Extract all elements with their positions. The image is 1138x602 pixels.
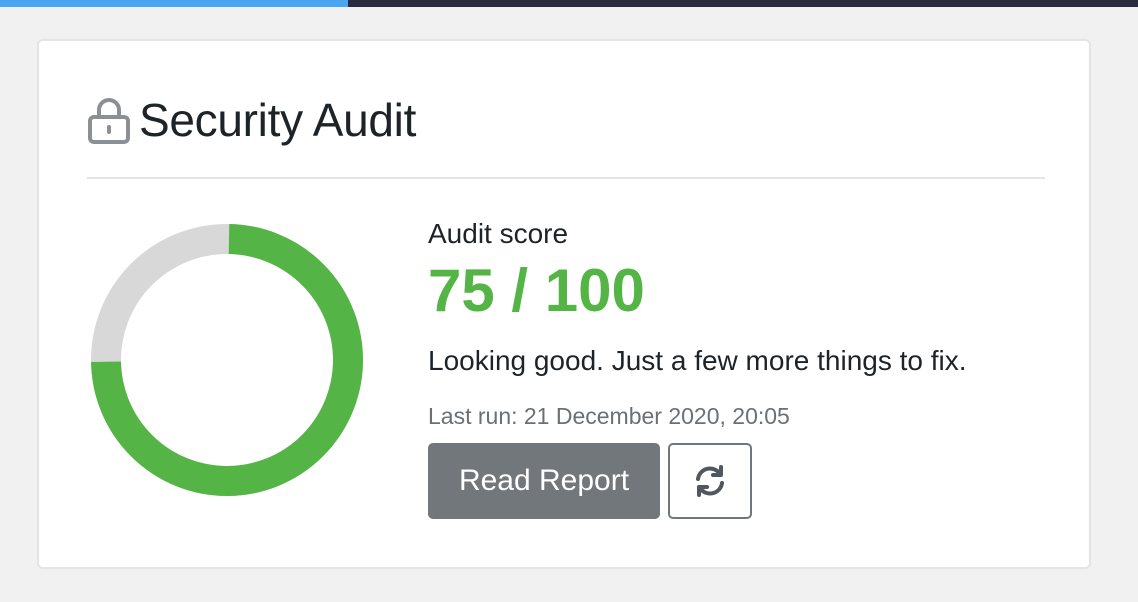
- card-header: Security Audit: [87, 93, 416, 147]
- card-title: Security Audit: [139, 94, 417, 146]
- refresh-button[interactable]: [668, 443, 752, 519]
- last-run-timestamp: Last run: 21 December 2020, 20:05: [428, 403, 790, 429]
- top-progress-fill: [0, 0, 349, 7]
- audit-message: Looking good. Just a few more things to …: [428, 345, 967, 376]
- audit-score-value: 75 / 100: [428, 257, 645, 324]
- security-audit-card: Security Audit Audit score 75 / 100 Look…: [37, 39, 1091, 569]
- lock-icon: [88, 98, 130, 144]
- refresh-icon: [696, 465, 724, 497]
- audit-actions: Read Report: [428, 443, 967, 519]
- top-progress-bar: [0, 0, 1138, 7]
- header-divider: [87, 177, 1045, 179]
- audit-score-donut: [91, 224, 363, 496]
- audit-score-label: Audit score: [428, 218, 569, 249]
- audit-info: Audit score 75 / 100 Looking good. Just …: [428, 217, 967, 519]
- read-report-button[interactable]: Read Report: [428, 443, 660, 519]
